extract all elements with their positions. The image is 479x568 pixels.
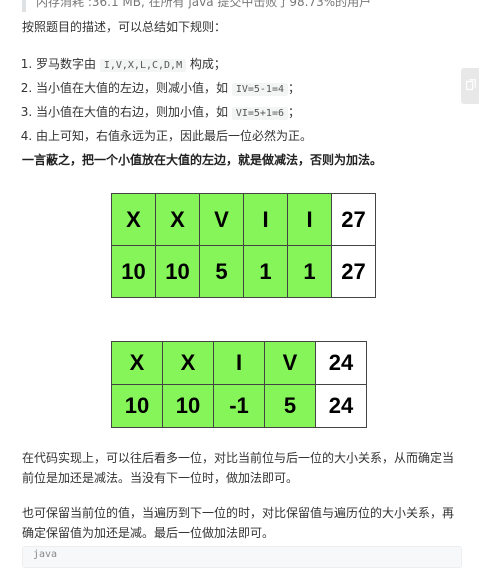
intro-text: 按照题目的描述，可以总结如下规则：	[22, 20, 227, 34]
code-block[interactable]: java	[22, 546, 462, 568]
total-cell: 27	[331, 245, 376, 298]
table-row: X X V I I 27	[111, 193, 376, 246]
roman-table-xxiv: X X I V 24 10 10 -1 5 24	[111, 341, 367, 428]
list-item: 罗马数字由 I,V,X,L,C,D,M 构成；	[36, 53, 312, 77]
value-cell: 10	[162, 384, 214, 428]
letter-cell: I	[243, 193, 288, 246]
side-copy-button[interactable]	[461, 68, 479, 104]
copy-icon	[466, 79, 476, 91]
table-row: 10 10 -1 5 24	[111, 384, 367, 428]
paragraph: 也可保留当前位的值，当遍历到下一位的时，对比保留值与遍历位的大小关系，再确定保留…	[22, 506, 455, 540]
value-cell: 10	[155, 245, 200, 298]
table-row: X X I V 24	[111, 341, 367, 385]
value-cell: 5	[264, 384, 316, 428]
table-row: 10 10 5 1 1 27	[111, 245, 376, 298]
letter-cell: X	[111, 193, 156, 246]
letter-cell: V	[199, 193, 244, 246]
quote-block: 内存消耗 :36.1 MB, 在所有 java 提交中击败了98.73%的用户	[22, 0, 371, 12]
value-cell: 5	[199, 245, 244, 298]
letter-cell: I	[287, 193, 332, 246]
roman-table-xxvii: X X V I I 27 10 10 5 1 1 27	[111, 193, 376, 298]
inline-code: I,V,X,L,C,D,M	[99, 59, 187, 72]
value-cell: 10	[111, 384, 163, 428]
inline-code: IV=5-1=4	[231, 83, 288, 96]
value-cell: 1	[287, 245, 332, 298]
total-cell: 24	[315, 384, 367, 428]
value-cell: 1	[243, 245, 288, 298]
rules-list: 罗马数字由 I,V,X,L,C,D,M 构成； 当小值在大值的左边，则减小值，如…	[22, 53, 312, 147]
letter-cell: X	[111, 341, 163, 385]
list-item: 当小值在大值的右边，则加小值，如 VI=5+1=6；	[36, 101, 312, 125]
list-item: 由上可知，右值永远为正，因此最后一位必然为正。	[36, 125, 312, 147]
letter-cell: X	[155, 193, 200, 246]
letter-cell: I	[213, 341, 265, 385]
letter-cell: V	[264, 341, 316, 385]
value-cell: -1	[213, 384, 265, 428]
letter-cell: X	[162, 341, 214, 385]
list-item: 当小值在大值的左边，则减小值，如 IV=5-1=4；	[36, 77, 312, 101]
total-cell: 24	[315, 341, 367, 385]
summary-text: 一言蔽之，把一个小值放在大值的左边，就是做减法，否则为加法。	[22, 153, 383, 167]
quote-text: 内存消耗 :36.1 MB, 在所有 java 提交中击败了98.73%的用户	[36, 0, 372, 9]
inline-code: VI=5+1=6	[231, 107, 288, 120]
value-cell: 10	[111, 245, 156, 298]
paragraph: 在代码实现上，可以往后看多一位，对比当前位与后一位的大小关系，从而确定当前位是加…	[22, 451, 455, 485]
total-cell: 27	[331, 193, 376, 246]
